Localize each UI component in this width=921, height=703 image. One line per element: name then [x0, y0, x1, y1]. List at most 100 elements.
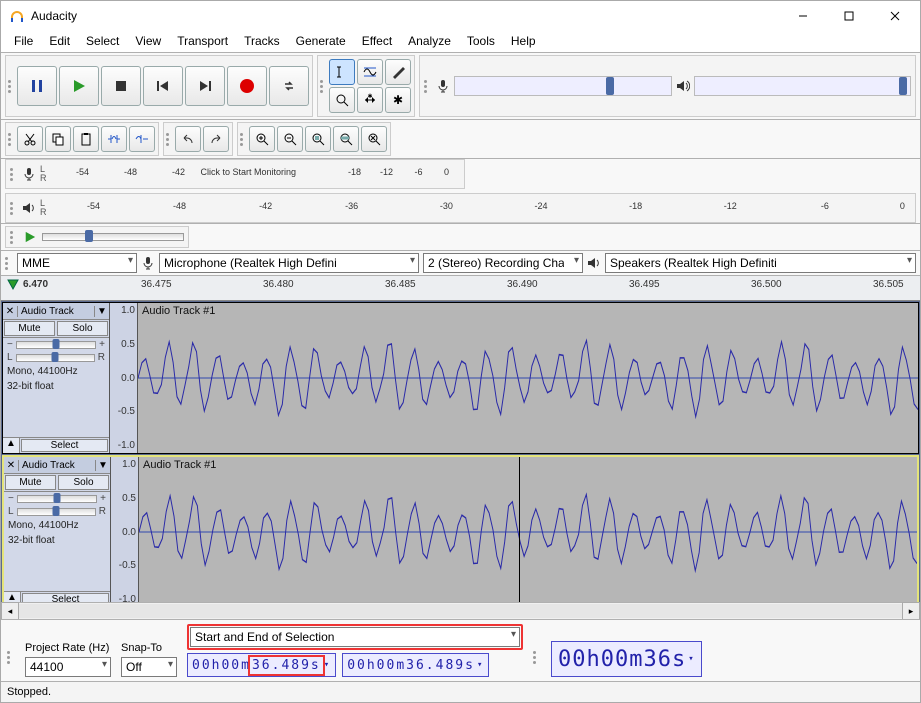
menu-help[interactable]: Help	[504, 32, 543, 50]
scroll-right-button[interactable]: ▸	[902, 602, 920, 620]
menu-tools[interactable]: Tools	[460, 32, 502, 50]
play-button[interactable]	[59, 66, 99, 106]
undo-button[interactable]	[175, 126, 201, 152]
audio-host-select[interactable]: MME	[17, 253, 137, 273]
menu-effect[interactable]: Effect	[355, 32, 399, 50]
snap-to-select[interactable]: Off	[121, 657, 177, 677]
device-toolbar: MME Microphone (Realtek High Defini 2 (S…	[1, 251, 920, 276]
record-meter[interactable]	[419, 55, 916, 117]
menu-analyze[interactable]: Analyze	[401, 32, 458, 50]
scroll-left-button[interactable]: ◂	[1, 602, 19, 620]
menu-select[interactable]: Select	[79, 32, 126, 50]
menu-tracks[interactable]: Tracks	[237, 32, 287, 50]
menu-generate[interactable]: Generate	[289, 32, 353, 50]
track-select-button[interactable]: Select	[22, 593, 109, 602]
draw-tool[interactable]	[385, 59, 411, 85]
solo-button[interactable]: Solo	[58, 475, 109, 490]
fit-selection-button[interactable]	[305, 126, 331, 152]
track-format-label: Mono, 44100Hz	[4, 518, 110, 533]
menu-transport[interactable]: Transport	[170, 32, 235, 50]
menu-file[interactable]: File	[7, 32, 40, 50]
mute-button[interactable]: Mute	[4, 321, 55, 336]
track-control-panel: ✕Audio Track▼MuteSolo−+LRMono, 44100Hz32…	[4, 457, 111, 602]
audio-track[interactable]: ✕Audio Track▼MuteSolo−+LRMono, 44100Hz32…	[2, 302, 919, 454]
fit-project-button[interactable]	[333, 126, 359, 152]
gain-slider[interactable]	[16, 341, 96, 349]
track-name-label[interactable]: Audio Track	[19, 460, 95, 471]
stop-button[interactable]	[101, 66, 141, 106]
record-button[interactable]	[227, 66, 267, 106]
timeline-ruler[interactable]: 6.470 36.475 36.480 36.485 36.490 36.495…	[1, 276, 920, 301]
selection-start-time[interactable]: 00h00m36.489s▾	[187, 653, 336, 677]
lr-label: LR	[40, 199, 47, 217]
solo-button[interactable]: Solo	[57, 321, 108, 336]
menu-edit[interactable]: Edit	[42, 32, 77, 50]
silence-button[interactable]	[129, 126, 155, 152]
waveform-display[interactable]: Audio Track #1	[138, 303, 918, 453]
pan-slider[interactable]	[16, 354, 95, 362]
track-collapse-button[interactable]: ▲	[4, 592, 21, 602]
skip-start-button[interactable]	[143, 66, 183, 106]
skip-end-button[interactable]	[185, 66, 225, 106]
timeshift-tool[interactable]: ✱	[357, 87, 383, 113]
pan-slider[interactable]	[17, 508, 96, 516]
maximize-button[interactable]	[826, 1, 872, 31]
rec-meter-scale[interactable]: -54 -48 -42 Click to Start Monitoring -1…	[51, 160, 451, 188]
selection-tool[interactable]	[329, 59, 355, 85]
project-rate-select[interactable]: 44100	[25, 657, 111, 677]
mute-button[interactable]: Mute	[5, 475, 56, 490]
track-close-button[interactable]: ✕	[4, 460, 19, 471]
clip-name-label: Audio Track #1	[143, 459, 216, 471]
track-select-button[interactable]: Select	[21, 439, 108, 452]
recording-channels-select[interactable]: 2 (Stereo) Recording Chann	[423, 253, 583, 273]
recording-meter-widget[interactable]: LR -54 -48 -42 Click to Start Monitoring…	[5, 159, 465, 189]
play-level-slider[interactable]	[899, 77, 907, 95]
zoom-tool[interactable]	[329, 87, 355, 113]
gain-slider[interactable]	[17, 495, 97, 503]
selection-mode-select[interactable]: Start and End of Selection	[190, 627, 520, 647]
audio-position-time[interactable]: 00h00m36s▾	[551, 641, 702, 677]
svg-text:✱: ✱	[367, 93, 372, 100]
horizontal-scrollbar[interactable]: ◂ ▸	[1, 602, 920, 619]
track-menu-button[interactable]: ▼	[94, 306, 109, 317]
minimize-button[interactable]	[780, 1, 826, 31]
track-control-panel: ✕Audio Track▼MuteSolo−+LRMono, 44100Hz32…	[3, 303, 110, 453]
selection-toolbar: Project Rate (Hz) 44100 Snap-To Off Star…	[1, 619, 920, 681]
audio-track[interactable]: ✕Audio Track▼MuteSolo−+LRMono, 44100Hz32…	[2, 455, 919, 602]
menu-view[interactable]: View	[128, 32, 168, 50]
playback-meter-widget[interactable]: LR -54 -48 -42 -36 -30 -24 -18 -12 -6 0	[5, 193, 916, 223]
click-to-monitor[interactable]: Click to Start Monitoring	[201, 167, 297, 177]
selection-end-time[interactable]: 00h00m36.489s▾	[342, 653, 489, 677]
zoom-in-button[interactable]	[249, 126, 275, 152]
redo-button[interactable]	[203, 126, 229, 152]
track-menu-button[interactable]: ▼	[95, 460, 110, 471]
play-meter-scale[interactable]: -54 -48 -42 -36 -30 -24 -18 -12 -6 0	[51, 194, 912, 222]
play-at-speed-button[interactable]	[22, 229, 38, 245]
play-head-icon[interactable]	[7, 279, 19, 294]
track-collapse-button[interactable]: ▲	[3, 438, 20, 453]
playback-device-select[interactable]: Speakers (Realtek High Definiti	[605, 253, 916, 273]
recording-device-select[interactable]: Microphone (Realtek High Defini	[159, 253, 419, 273]
vertical-scale[interactable]: 1.00.50.0-0.5-1.0	[110, 303, 138, 453]
undo-toolbar	[163, 122, 233, 156]
close-button[interactable]	[872, 1, 918, 31]
zoom-toggle-button[interactable]	[361, 126, 387, 152]
cut-button[interactable]	[17, 126, 43, 152]
pause-button[interactable]	[17, 66, 57, 106]
playback-speed-slider[interactable]	[42, 233, 184, 241]
rec-level-slider[interactable]	[606, 77, 614, 95]
track-close-button[interactable]: ✕	[3, 306, 18, 317]
status-bar: Stopped.	[1, 681, 920, 702]
envelope-tool[interactable]	[357, 59, 383, 85]
lr-label: LR	[40, 165, 47, 183]
tracks-area[interactable]: ✕Audio Track▼MuteSolo−+LRMono, 44100Hz32…	[1, 301, 920, 602]
vertical-scale[interactable]: 1.00.50.0-0.5-1.0	[111, 457, 139, 602]
waveform-display[interactable]: Audio Track #1	[139, 457, 917, 602]
zoom-out-button[interactable]	[277, 126, 303, 152]
track-name-label[interactable]: Audio Track	[18, 306, 94, 317]
loop-button[interactable]	[269, 66, 309, 106]
trim-button[interactable]	[101, 126, 127, 152]
multi-tool[interactable]: ✱	[385, 87, 411, 113]
copy-button[interactable]	[45, 126, 71, 152]
paste-button[interactable]	[73, 126, 99, 152]
